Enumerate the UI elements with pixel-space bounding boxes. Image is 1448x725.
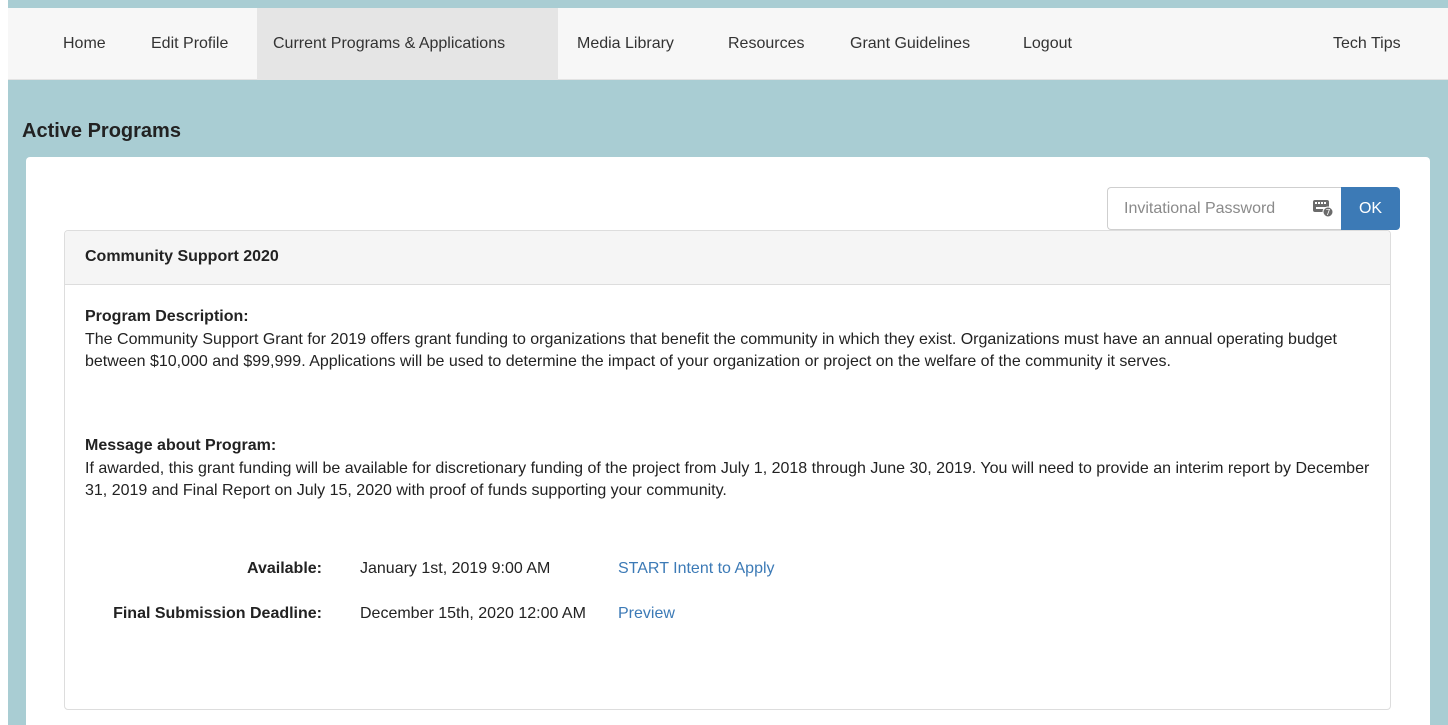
nav-media-library[interactable]: Media Library bbox=[577, 8, 674, 80]
invitational-password-group: 7 OK bbox=[1107, 187, 1400, 230]
ok-button[interactable]: OK bbox=[1341, 187, 1400, 230]
nav-tech-tips[interactable]: Tech Tips bbox=[1333, 8, 1401, 80]
svg-text:7: 7 bbox=[1325, 208, 1330, 217]
program-card-header: Community Support 2020 bbox=[65, 231, 1390, 285]
available-label: Available: bbox=[247, 560, 322, 577]
nav-resources[interactable]: Resources bbox=[728, 8, 804, 80]
message-label: Message about Program: bbox=[85, 437, 277, 454]
invitational-password-input[interactable] bbox=[1107, 187, 1341, 230]
program-title: Community Support 2020 bbox=[85, 248, 279, 265]
message-text: If awarded, this grant funding will be a… bbox=[85, 460, 1370, 499]
nav-grant-guidelines[interactable]: Grant Guidelines bbox=[850, 8, 970, 80]
description-text: The Community Support Grant for 2019 off… bbox=[85, 331, 1337, 370]
nav-edit-profile[interactable]: Edit Profile bbox=[151, 8, 228, 80]
deadline-value: December 15th, 2020 12:00 AM bbox=[360, 605, 586, 622]
top-navbar: Home Edit Profile Current Programs & App… bbox=[8, 8, 1448, 80]
deadline-label: Final Submission Deadline: bbox=[113, 605, 322, 622]
nav-home[interactable]: Home bbox=[63, 8, 106, 80]
start-intent-link[interactable]: START Intent to Apply bbox=[618, 560, 775, 578]
page-title: Active Programs bbox=[22, 120, 181, 142]
nav-current-programs[interactable]: Current Programs & Applications bbox=[257, 8, 558, 80]
left-edge bbox=[0, 0, 8, 725]
available-value: January 1st, 2019 9:00 AM bbox=[360, 560, 551, 577]
description-label: Program Description: bbox=[85, 308, 249, 325]
password-keyboard-icon: 7 bbox=[1313, 199, 1334, 218]
nav-logout[interactable]: Logout bbox=[1023, 8, 1072, 80]
program-card: Community Support 2020 Program Descripti… bbox=[64, 230, 1391, 710]
preview-link[interactable]: Preview bbox=[618, 605, 675, 623]
